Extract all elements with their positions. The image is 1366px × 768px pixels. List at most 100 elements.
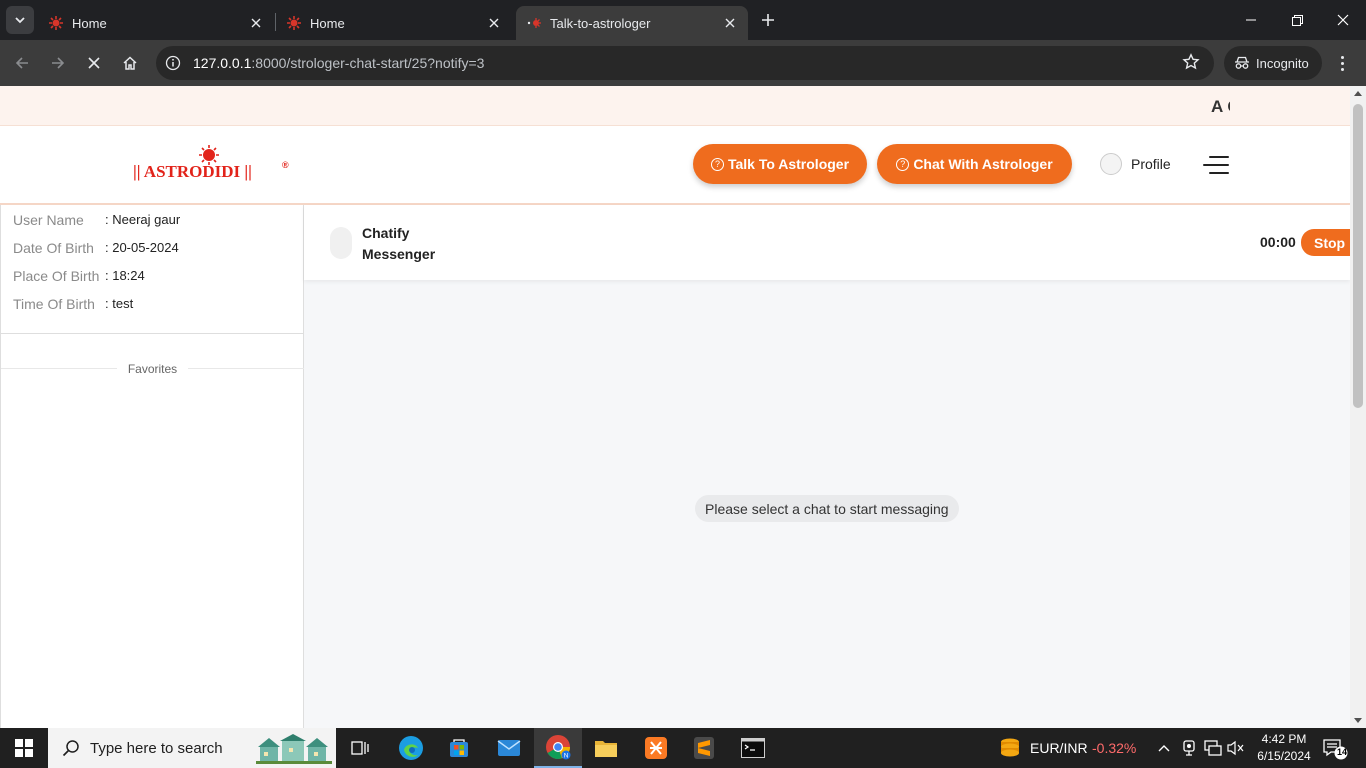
loading-favicon-icon (526, 15, 542, 31)
url-host: 127.0.0.1 (193, 55, 252, 71)
close-icon (88, 57, 100, 69)
store-icon (450, 739, 468, 757)
favorites-heading: Favorites (127, 362, 178, 376)
start-button[interactable] (0, 728, 48, 768)
minimize-button[interactable] (1228, 0, 1274, 40)
address-bar[interactable]: 127.0.0.1:8000/strologer-chat-start/25?n… (156, 46, 1214, 80)
url-path: :8000/strologer-chat-start/25?notify=3 (251, 55, 485, 71)
incognito-indicator[interactable]: Incognito (1224, 46, 1322, 80)
menu-hamburger-icon[interactable] (1203, 156, 1229, 174)
network-tray-button[interactable] (1202, 728, 1224, 768)
chat-with-astrologer-button[interactable]: ? Chat With Astrologer (877, 144, 1072, 184)
browser-tabstrip: Home Home Talk-to-astrologer (0, 0, 1366, 40)
edge-taskbar-button[interactable] (387, 728, 435, 768)
taskbar-clock[interactable]: 4:42 PM 6/15/2024 (1252, 731, 1316, 765)
tab-title: Home (72, 15, 107, 31)
info-value: : 20-05-2024 (105, 240, 179, 255)
avatar (330, 227, 352, 259)
info-row-place-of-birth: Place Of Birth : 18:24 (13, 268, 145, 284)
camera-tray-button[interactable] (1178, 728, 1200, 768)
close-icon[interactable] (722, 15, 738, 31)
volume-tray-button[interactable] (1225, 728, 1247, 768)
info-row-date-of-birth: Date Of Birth : 20-05-2024 (13, 240, 179, 256)
stop-loading-button[interactable] (80, 49, 108, 77)
arrow-right-icon (52, 57, 65, 69)
announcement-marquee-text: A C (1211, 97, 1230, 116)
user-info-panel: User Name : Neeraj gaur Date Of Birth : … (0, 205, 304, 728)
sun-favicon-icon (48, 15, 64, 31)
terminal-icon (741, 738, 765, 758)
coins-icon (1001, 738, 1019, 757)
close-icon (1337, 14, 1349, 26)
arrow-left-icon (15, 57, 28, 69)
search-highlight-houses-icon (256, 734, 332, 764)
network-icon (1204, 740, 1222, 756)
info-value: : test (105, 296, 134, 311)
close-icon[interactable] (248, 15, 264, 31)
edge-icon (399, 736, 423, 760)
question-icon: ? (710, 157, 724, 171)
forward-button[interactable] (44, 49, 72, 77)
chat-panel: Chatify Messenger 00:00 Stop Please sele… (304, 205, 1353, 728)
bookmark-star-icon[interactable] (1182, 53, 1200, 76)
file-explorer-taskbar-button[interactable] (582, 728, 630, 768)
question-icon: ? (896, 157, 910, 171)
tab-search-button[interactable] (6, 6, 34, 34)
talk-to-astrologer-button[interactable]: ? Talk To Astrologer (693, 144, 867, 184)
notification-center-button[interactable]: 14 (1322, 738, 1348, 765)
scroll-down-arrow-icon[interactable] (1354, 718, 1362, 723)
browser-tab-home-2[interactable]: Home (276, 6, 512, 40)
chrome-taskbar-button[interactable]: N (534, 728, 582, 768)
scroll-up-arrow-icon[interactable] (1354, 91, 1362, 96)
empty-chat-message: Please select a chat to start messaging (695, 495, 959, 522)
chat-header: Chatify Messenger 00:00 Stop (304, 205, 1353, 280)
windows-taskbar: Type here to search N EUR/INR -0.32% 4:4… (0, 728, 1366, 768)
page-scrollbar[interactable] (1350, 86, 1366, 728)
info-label: Time Of Birth (13, 296, 95, 312)
home-button[interactable] (116, 49, 144, 77)
site-header: || ASTRODIDI || ® ? Talk To Astrologer ?… (0, 126, 1350, 205)
svg-text:N: N (564, 753, 569, 760)
info-label: Place Of Birth (13, 268, 100, 284)
announcement-bar: A C (0, 86, 1350, 126)
new-tab-button[interactable] (756, 8, 780, 32)
chrome-icon: N (546, 735, 571, 760)
xampp-icon (645, 737, 667, 759)
browser-menu-button[interactable] (1334, 50, 1350, 76)
chat-timer: 00:00 (1260, 234, 1296, 250)
xampp-taskbar-button[interactable] (632, 728, 680, 768)
sublime-taskbar-button[interactable] (680, 728, 728, 768)
close-icon[interactable] (486, 15, 502, 31)
info-label: User Name (13, 212, 84, 228)
search-icon (62, 740, 79, 757)
minimize-icon (1246, 19, 1256, 21)
ticker-change[interactable]: -0.32% (1092, 740, 1136, 756)
terminal-taskbar-button[interactable] (729, 728, 777, 768)
window-close-button[interactable] (1320, 0, 1366, 40)
scrollbar-thumb[interactable] (1353, 104, 1363, 408)
webcam-icon (1183, 740, 1195, 756)
restore-icon (1291, 14, 1303, 26)
store-taskbar-button[interactable] (435, 728, 483, 768)
info-label: Date Of Birth (13, 240, 94, 256)
tray-overflow-button[interactable] (1152, 728, 1176, 768)
ticker-pair[interactable]: EUR/INR (1030, 740, 1088, 756)
profile-link[interactable]: Profile (1100, 152, 1171, 176)
incognito-icon (1235, 56, 1249, 69)
back-button[interactable] (8, 49, 36, 77)
restore-button[interactable] (1274, 0, 1320, 40)
info-value: : Neeraj gaur (105, 212, 181, 227)
browser-tab-home-1[interactable]: Home (38, 6, 274, 40)
task-view-button[interactable] (336, 728, 384, 768)
stock-widget-icon[interactable] (986, 728, 1034, 768)
taskbar-search-input[interactable]: Type here to search (48, 728, 336, 768)
site-info-icon[interactable] (162, 52, 184, 74)
svg-text:®: ® (282, 160, 289, 170)
stop-chat-button[interactable]: Stop (1301, 229, 1353, 256)
mail-taskbar-button[interactable] (485, 728, 533, 768)
astrodidi-logo[interactable]: || ASTRODIDI || ® (132, 144, 297, 184)
browser-tab-talk-to-astrologer[interactable]: Talk-to-astrologer (516, 6, 748, 40)
clock-time: 4:42 PM (1261, 732, 1307, 746)
sublime-text-icon (694, 737, 714, 759)
chat-title-line-1: Chatify (362, 225, 410, 241)
